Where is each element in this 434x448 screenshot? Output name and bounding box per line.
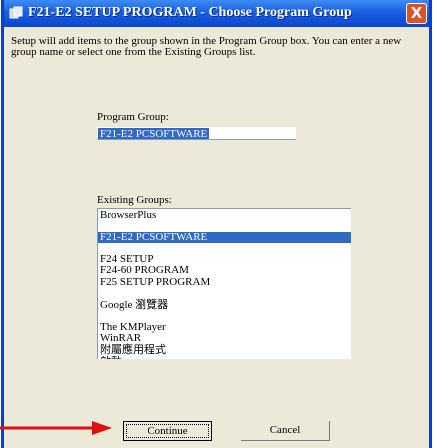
program-group-label: Program Group: [97,111,169,123]
setup-dialog: F21-E2 SETUP PROGRAM - Choose Program Gr… [1,0,432,448]
continue-button[interactable]: Continue [123,421,212,441]
annotation-arrow-icon [0,421,112,435]
cancel-button[interactable]: Cancel [241,421,330,441]
app-icon [9,6,23,19]
existing-groups-list[interactable]: BrowserPlus F21-E2 PCSOFTWARE F24 SETUP F24… [97,208,351,359]
list-item[interactable]: Google 瀏覽器 [100,300,351,311]
list-item[interactable]: F25 SETUP PROGRAM [100,277,351,288]
close-icon: X [410,4,423,22]
instructions-text: Setup will add items to the group shown … [11,35,402,58]
list-item[interactable]: WinRAR [100,333,351,344]
window-title: F21-E2 SETUP PROGRAM - Choose Program Gr… [28,5,352,20]
list-item[interactable]: F21-E2 PCSOFTWARE [98,232,351,243]
list-item[interactable]: F24-60 PROGRAM [100,265,351,276]
existing-groups-label: Existing Groups: [97,194,172,206]
list-item[interactable]: 啟動 [100,357,351,360]
input-underline [97,139,296,140]
list-item[interactable]: BrowserPlus [100,210,351,221]
close-button[interactable]: X [406,3,427,24]
program-group-input[interactable]: F21-E2 PCSOFTWARE [97,127,296,140]
title-bar[interactable]: F21-E2 SETUP PROGRAM - Choose Program Gr… [4,0,429,27]
list-item[interactable]: 附屬應用程式 [100,345,351,356]
